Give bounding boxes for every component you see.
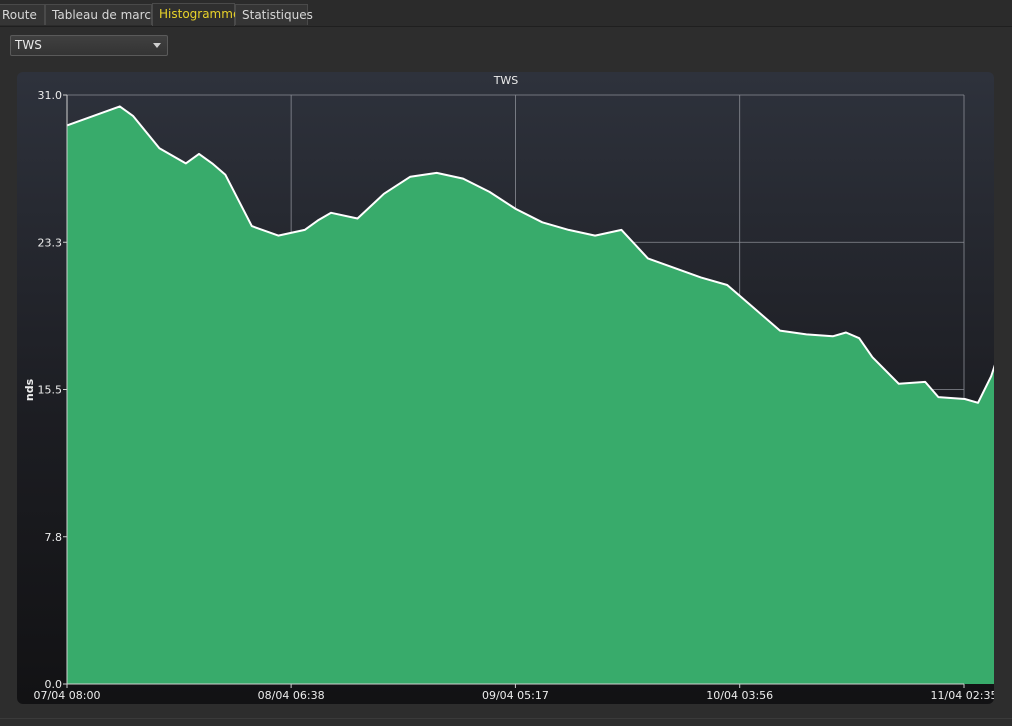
chart-title: TWS bbox=[493, 74, 519, 87]
tab-label: Histogrammes bbox=[159, 7, 247, 21]
y-tick-label: 31.0 bbox=[38, 89, 63, 102]
series-selector-value: TWS bbox=[15, 38, 42, 52]
tab-label: Route bbox=[2, 8, 37, 22]
series-area bbox=[67, 106, 994, 684]
tab-label: Tableau de marche bbox=[52, 8, 166, 22]
x-tick-label: 07/04 08:00 bbox=[34, 689, 101, 702]
tab-label: Statistiques bbox=[242, 8, 313, 22]
tab-statistiques[interactable]: Statistiques bbox=[235, 4, 313, 25]
x-tick-label: 10/04 03:56 bbox=[706, 689, 773, 702]
y-tick-label: 7.8 bbox=[45, 531, 63, 544]
tab-histogrammes[interactable]: Histogrammes bbox=[152, 3, 247, 26]
x-tick-label: 08/04 06:38 bbox=[258, 689, 325, 702]
series-selector[interactable]: TWS bbox=[10, 35, 168, 56]
tab-bar: Route Tableau de marche Histogrammes Sta… bbox=[0, 0, 1012, 27]
y-tick-label: 23.3 bbox=[38, 236, 63, 249]
y-tick-label: 15.5 bbox=[38, 384, 63, 397]
x-tick-label: 11/04 02:35 bbox=[931, 689, 994, 702]
tab-route[interactable]: Route bbox=[0, 4, 45, 25]
chevron-down-icon bbox=[153, 43, 161, 48]
y-axis-label: nds bbox=[23, 378, 36, 401]
chart-panel: 0.0 7.8 15.5 23.3 31.0 07/04 08:00 08/04 06:38… bbox=[17, 72, 994, 704]
divider bbox=[0, 718, 1012, 719]
x-tick-label: 09/04 05:17 bbox=[482, 689, 549, 702]
tws-area-chart: 0.07.815.523.331.007/04 08:00 08/04 06:38… bbox=[23, 74, 994, 702]
tab-tableau-de-marche[interactable]: Tableau de marche bbox=[45, 4, 166, 25]
